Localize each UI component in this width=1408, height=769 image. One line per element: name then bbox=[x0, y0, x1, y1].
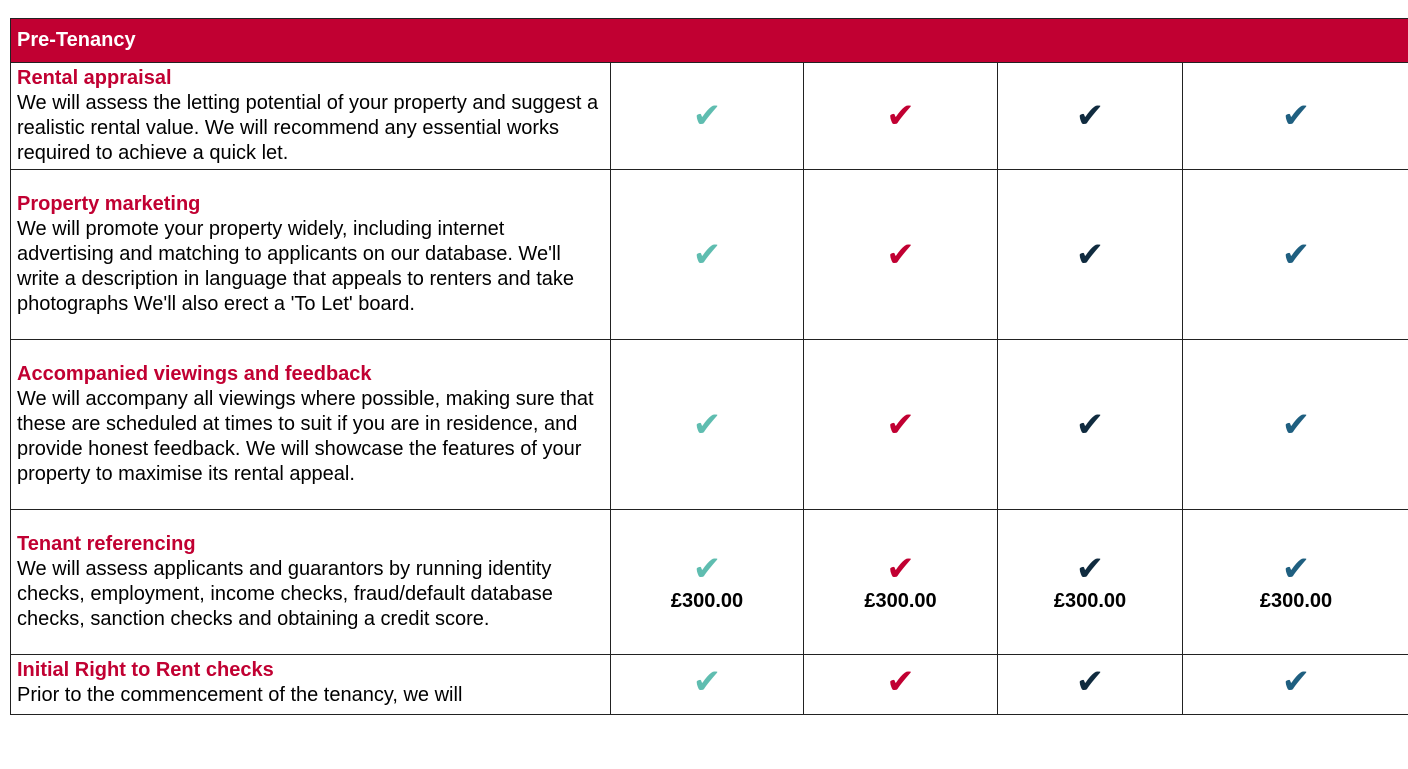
check-icon: ✔ bbox=[1075, 405, 1105, 444]
tier-2-cell: ✔ bbox=[803, 169, 998, 340]
check-icon: ✔ bbox=[1075, 235, 1105, 274]
service-title: Initial Right to Rent checks bbox=[17, 659, 274, 681]
tier-1-cell: ✔ bbox=[610, 62, 804, 170]
price-label: £300.00 bbox=[670, 589, 744, 612]
service-description: We will accompany all viewings where pos… bbox=[17, 388, 594, 485]
tier-3-cell: ✔ £300.00 bbox=[997, 509, 1183, 655]
service-description-cell: Tenant referencing We will assess applica… bbox=[10, 509, 611, 655]
check-icon: ✔ bbox=[1281, 97, 1311, 135]
tier-3-cell: ✔ bbox=[997, 339, 1183, 510]
check-icon: ✔ bbox=[1075, 97, 1105, 135]
check-icon: ✔ bbox=[886, 405, 915, 444]
service-description-cell: Rental appraisal We will assess the letti… bbox=[10, 62, 611, 170]
service-title: Tenant referencing bbox=[17, 533, 196, 555]
service-row: Initial Right to Rent checks Prior to the… bbox=[10, 654, 1408, 715]
tier-1-cell: ✔ bbox=[610, 169, 804, 340]
service-row: Property marketing We will promote your p… bbox=[10, 169, 1408, 340]
tier-4-cell: ✔ £300.00 bbox=[1181, 509, 1408, 655]
tier-3-cell: ✔ bbox=[997, 169, 1183, 340]
price-label: £300.00 bbox=[864, 589, 937, 612]
tier-4-cell: ✔ bbox=[1181, 339, 1408, 510]
check-icon: ✔ bbox=[1281, 405, 1311, 444]
service-title: Accompanied viewings and feedback bbox=[17, 363, 372, 385]
services-table-wrapper: Pre-Tenancy Rental appraisal We will asse… bbox=[9, 18, 1408, 715]
check-icon: ✔ bbox=[692, 549, 722, 588]
check-icon: ✔ bbox=[692, 235, 722, 274]
check-icon: ✔ bbox=[886, 549, 915, 588]
check-icon: ✔ bbox=[1281, 549, 1311, 588]
service-row: Tenant referencing We will assess applica… bbox=[10, 509, 1408, 655]
service-title: Rental appraisal bbox=[17, 67, 172, 89]
tier-3-cell: ✔ bbox=[997, 62, 1183, 170]
check-icon: ✔ bbox=[1281, 235, 1311, 274]
tier-1-cell: ✔ bbox=[610, 339, 804, 510]
check-icon: ✔ bbox=[692, 405, 722, 444]
service-row: Rental appraisal We will assess the letti… bbox=[10, 62, 1408, 170]
service-description: We will assess applicants and guarantors… bbox=[17, 558, 553, 630]
check-icon: ✔ bbox=[1281, 663, 1311, 701]
tier-2-cell: ✔ bbox=[803, 654, 998, 715]
check-icon: ✔ bbox=[1075, 663, 1105, 701]
tier-4-cell: ✔ bbox=[1181, 62, 1408, 170]
service-title: Property marketing bbox=[17, 193, 201, 215]
check-icon: ✔ bbox=[886, 97, 915, 135]
service-description: We will promote your property widely, in… bbox=[17, 218, 575, 315]
check-icon: ✔ bbox=[692, 663, 722, 701]
check-icon: ✔ bbox=[692, 97, 722, 135]
check-icon: ✔ bbox=[886, 663, 915, 701]
check-icon: ✔ bbox=[886, 235, 915, 274]
service-rows: Rental appraisal We will assess the letti… bbox=[10, 62, 1408, 715]
service-description: We will assess the letting potential of … bbox=[17, 92, 599, 164]
service-description-cell: Initial Right to Rent checks Prior to the… bbox=[10, 654, 611, 715]
tier-2-cell: ✔ bbox=[803, 339, 998, 510]
tier-4-cell: ✔ bbox=[1181, 654, 1408, 715]
check-icon: ✔ bbox=[1075, 549, 1105, 588]
price-label: £300.00 bbox=[1053, 589, 1127, 612]
service-description: Prior to the commencement of the tenancy… bbox=[17, 684, 463, 706]
service-description-cell: Accompanied viewings and feedback We will… bbox=[10, 339, 611, 510]
service-description-cell: Property marketing We will promote your p… bbox=[10, 169, 611, 340]
tier-4-cell: ✔ bbox=[1181, 169, 1408, 340]
service-row: Accompanied viewings and feedback We will… bbox=[10, 339, 1408, 510]
services-comparison-table: Pre-Tenancy Rental appraisal We will asse… bbox=[9, 18, 1408, 715]
tier-1-cell: ✔ bbox=[610, 654, 804, 715]
section-header: Pre-Tenancy bbox=[9, 18, 1408, 63]
price-label: £300.00 bbox=[1259, 589, 1333, 612]
tier-2-cell: ✔ bbox=[803, 62, 998, 170]
tier-1-cell: ✔ £300.00 bbox=[610, 509, 804, 655]
tier-2-cell: ✔ £300.00 bbox=[803, 509, 998, 655]
tier-3-cell: ✔ bbox=[997, 654, 1183, 715]
